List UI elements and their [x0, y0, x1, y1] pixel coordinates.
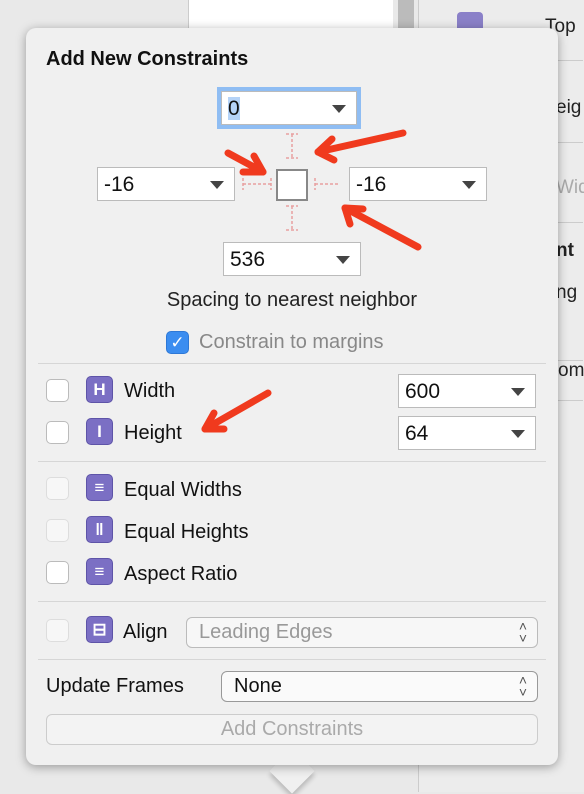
divider: [38, 659, 546, 660]
width-checkbox[interactable]: [46, 379, 69, 402]
width-label: Width: [124, 380, 176, 402]
chevron-down-icon[interactable]: [511, 388, 525, 396]
spacing-caption: Spacing to nearest neighbor: [166, 289, 418, 311]
divider: [38, 363, 546, 364]
width-value-field[interactable]: 600: [398, 374, 536, 408]
equal-heights-label: Equal Heights: [124, 521, 249, 543]
align-icon: ⊟: [86, 616, 113, 643]
width-icon: H: [86, 376, 113, 403]
height-checkbox[interactable]: [46, 421, 69, 444]
height-label: Height: [124, 422, 182, 444]
height-icon: I: [86, 418, 113, 445]
add-constraints-button[interactable]: Add Constraints: [46, 714, 538, 745]
update-frames-label: Update Frames: [46, 675, 184, 697]
constrain-to-margins-label: Constrain to margins: [199, 331, 384, 353]
divider: [38, 461, 546, 462]
update-frames-popup[interactable]: None ˄ ˅: [221, 671, 538, 702]
align-checkbox[interactable]: [46, 619, 69, 642]
align-popup[interactable]: Leading Edges ˄ ˅: [186, 617, 538, 648]
equal-heights-checkbox[interactable]: [46, 519, 69, 542]
up-down-chevron-icon: ˄ ˅: [518, 672, 527, 700]
chevron-down-icon[interactable]: [511, 430, 525, 438]
aspect-ratio-checkbox[interactable]: [46, 561, 69, 584]
equal-widths-checkbox[interactable]: [46, 477, 69, 500]
equal-heights-icon: ‖: [86, 516, 113, 543]
constrain-to-margins-checkbox[interactable]: ✓: [166, 331, 189, 354]
align-label: Align: [123, 621, 168, 643]
height-value-field[interactable]: 64: [398, 416, 536, 450]
equal-widths-label: Equal Widths: [124, 479, 242, 501]
equal-widths-icon: ≡: [86, 474, 113, 501]
up-down-chevron-icon: ˄ ˅: [518, 618, 527, 646]
aspect-ratio-icon: ≡: [86, 558, 113, 585]
divider: [38, 601, 546, 602]
aspect-ratio-label: Aspect Ratio: [124, 563, 238, 585]
